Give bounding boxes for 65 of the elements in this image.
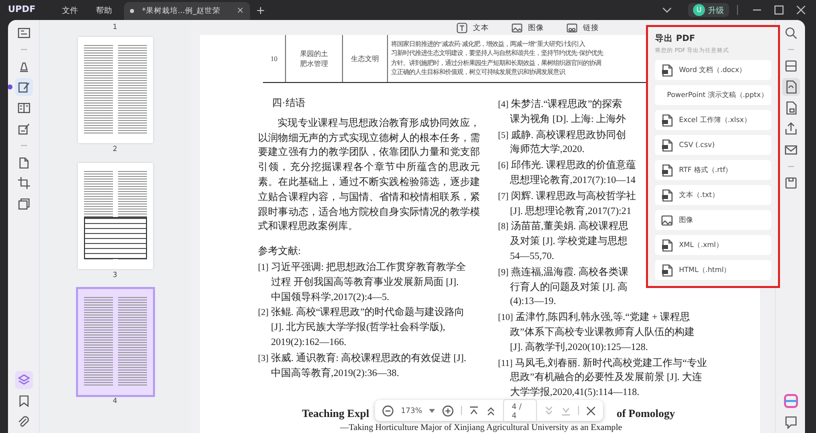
panel-handle-icon[interactable] <box>8 84 13 90</box>
file-icon <box>661 64 673 76</box>
section-heading: 四·结语 <box>271 97 306 112</box>
maximize-icon[interactable] <box>774 5 784 15</box>
file-icon <box>661 238 673 252</box>
reference: [3] 张威. 通识教育: 高校课程思政的有效促进 [J]. 中国高等教育,2019(2):36—38. <box>258 352 466 381</box>
reference: [5] 戚静. 高校课程思政协同创 海师范大学,2020. <box>498 128 626 158</box>
reference: [10] 孟津竹,陈四利,韩永强,等.“党建 + 课程思 政”体系下高校专业课教师育人队伍的构建 [J]. 高教学刊,2020(10):125—128. <box>498 310 694 355</box>
image-icon <box>511 22 523 34</box>
file-icon <box>661 164 673 176</box>
page-thumbnail[interactable] <box>78 37 152 143</box>
bookmark-icon[interactable] <box>16 394 30 408</box>
paragraph: 实现专业课程与思想政治教育形成协同效应，以润物细无声的方式实现立德树人的根本任务，需要建立强有力的教学团队，依靠团队力量和党支部引领，充分挖掘课程各个章节中所蕴含的思政元素。在此基础上，通过不断实践检验筛选，逐步建立贴合课程内容，与国情、省情和校情相联系，紧跟时事动态，适合地方院校自身实际情况的教学模式和课程思政案例库。 <box>258 116 480 234</box>
unsaved-dot-icon <box>130 9 134 13</box>
crop-icon[interactable] <box>16 176 30 190</box>
paper-title: of Pomology <box>616 407 675 421</box>
reference: [7] 闵辉. 课程思政与高校哲学社 [J]. 思想理论教育,2017(7):21 <box>498 190 636 219</box>
pages-icon[interactable] <box>16 155 30 169</box>
mail-icon[interactable] <box>784 143 798 157</box>
reference: [6] 邱伟光. 课程思政的价值意蕴 思想理论教育,2017(7):10—14 <box>498 158 636 188</box>
close-icon[interactable] <box>796 5 806 15</box>
close-icon[interactable] <box>586 406 596 416</box>
file-icon <box>661 264 673 276</box>
share-icon[interactable] <box>784 122 798 136</box>
layers-icon[interactable] <box>16 197 30 211</box>
file-icon <box>661 188 673 202</box>
file-lock-icon[interactable] <box>784 101 798 115</box>
reference: [4] 朱梦洁.“课程思政”的探索 课为视角 [D]. 上海: 上海外 <box>498 98 626 127</box>
reference: [1] 习近平强调: 把思想政治工作贯穿教育教学全 过程 开创我国高等教育事业发展新局面 [J]. 中国领导科学,2017(2):4—5. <box>258 260 466 305</box>
panel-title: 导出 PDF <box>655 33 696 45</box>
file-icon <box>661 138 673 152</box>
save-icon[interactable] <box>784 176 798 190</box>
paper-subtitle: —Taking Horticulture Major of Xinjiang Agricultural University as an Example <box>340 421 624 433</box>
search-icon[interactable] <box>784 26 798 40</box>
link-icon <box>566 22 578 34</box>
upgrade-label: 升级 <box>708 4 724 16</box>
reference: [8] 汤苗苗,董美娟. 高校课程思 及对策 [J]. 学校党建与思想 54—55,70. <box>498 220 628 264</box>
first-page-icon[interactable] <box>469 406 479 416</box>
references-heading: 参考文献: <box>258 245 302 260</box>
zoom-out-icon[interactable] <box>382 404 394 416</box>
menu-item[interactable]: 帮助 <box>96 4 112 16</box>
new-tab-button[interactable]: + <box>256 4 266 16</box>
caret-icon[interactable] <box>429 408 436 412</box>
reference: [11] 马凤毛,刘春丽. 新时代高校党建工作与“专业 思政”有机融合的必要性及发展前景 [J]. 大连 大学学报,2020,41(5):114—118. <box>498 356 707 400</box>
stack-icon[interactable] <box>16 373 30 387</box>
previous-page-icon[interactable] <box>486 406 496 416</box>
edit-page-icon[interactable] <box>16 80 30 94</box>
form-edit-icon[interactable] <box>16 122 30 136</box>
comment-icon[interactable] <box>784 415 798 429</box>
reference: [9] 燕连福,温海霞. 高校各类课 行育人的问题及对策 [J]. 高 (4):13—19. <box>498 266 628 310</box>
thumbnails-icon[interactable] <box>16 26 30 40</box>
chevron-down-icon[interactable] <box>662 7 672 13</box>
reference: [2] 张鲲. 高校“课程思政”的时代命题与建设路向 [J]. 北方民族大学学报(哲学社会科学版), 2019(2):162—166. <box>258 306 465 350</box>
menu-item[interactable]: 文件 <box>62 4 78 16</box>
text-box-icon <box>456 22 468 34</box>
page-thumbnail[interactable] <box>78 163 152 269</box>
close-tab-button[interactable]: × <box>236 6 244 16</box>
zoom-in-icon[interactable] <box>442 404 454 416</box>
paperclip-icon[interactable] <box>16 415 30 429</box>
page-thumbnail[interactable] <box>78 289 152 395</box>
app-logo: UPDF <box>8 5 37 15</box>
file-icon <box>661 114 673 126</box>
image-icon <box>661 214 673 226</box>
two-column-icon[interactable] <box>16 101 30 115</box>
paper-title: Teaching Expl <box>302 407 370 421</box>
